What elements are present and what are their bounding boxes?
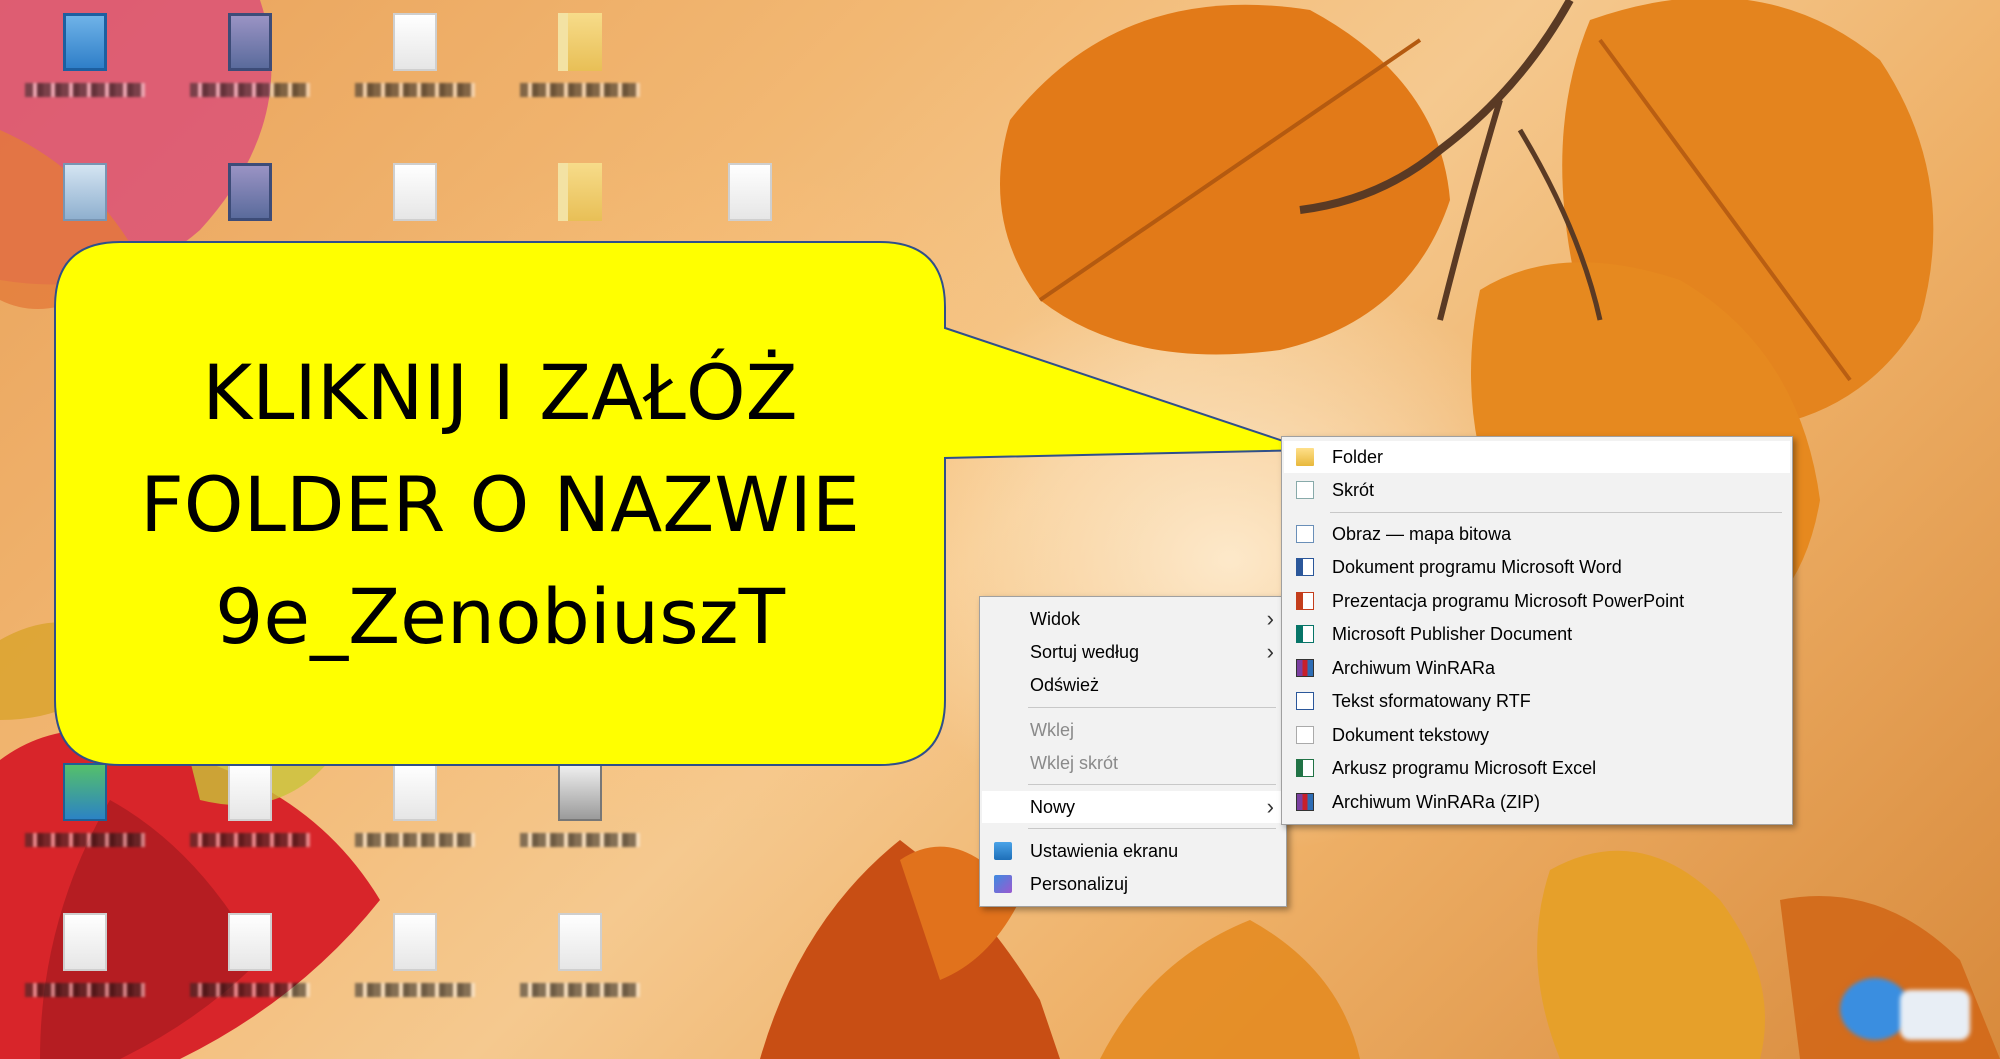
menu-item-new[interactable]: Nowy › [982,791,1284,823]
callout-line-3: 9e_ZenobiuszT [214,572,786,661]
menu-item-label: Dokument programu Microsoft Word [1332,557,1622,577]
menu-separator [1330,512,1782,513]
submenu-item-publisher[interactable]: Microsoft Publisher Document [1284,618,1790,650]
callout-line-2: FOLDER O NAZWIE [140,460,860,549]
chevron-right-icon: › [1266,794,1274,819]
text-document-icon [1296,726,1314,744]
bitmap-icon [1296,525,1314,543]
submenu-item-bitmap[interactable]: Obraz — mapa bitowa [1284,518,1790,550]
menu-item-view[interactable]: Widok › [982,603,1284,635]
submenu-item-excel[interactable]: Arkusz programu Microsoft Excel [1284,752,1790,784]
submenu-item-word-document[interactable]: Dokument programu Microsoft Word [1284,551,1790,583]
menu-item-label: Microsoft Publisher Document [1332,624,1573,644]
menu-item-display-settings[interactable]: Ustawienia ekranu [982,835,1284,867]
menu-item-label: Sortuj według [1030,642,1140,662]
word-icon [1296,558,1314,576]
menu-item-label: Odśwież [1030,675,1100,695]
display-settings-icon [994,842,1012,860]
menu-item-label: Personalizuj [1030,874,1129,894]
callout-line-1: KLIKNIJ I ZAŁÓŻ [202,348,798,437]
winrar-icon [1296,659,1314,677]
submenu-item-powerpoint[interactable]: Prezentacja programu Microsoft PowerPoin… [1284,585,1790,617]
chevron-right-icon: › [1266,639,1274,664]
menu-item-label: Obraz — mapa bitowa [1332,524,1512,544]
excel-icon [1296,759,1314,777]
menu-item-label: Ustawienia ekranu [1030,841,1179,861]
menu-item-sort-by[interactable]: Sortuj według › [982,636,1284,668]
desktop-context-menu: Widok › Sortuj według › Odśwież Wklej Wk… [979,596,1287,907]
submenu-item-winrar[interactable]: Archiwum WinRARa [1284,652,1790,684]
menu-item-personalize[interactable]: Personalizuj [982,868,1284,900]
menu-item-paste-shortcut[interactable]: Wklej skrót [982,747,1284,779]
menu-separator [1028,828,1276,829]
new-submenu: Folder Skrót Obraz — mapa bitowa Dokumen… [1281,436,1793,825]
menu-item-label: Nowy [1030,797,1076,817]
menu-item-label: Prezentacja programu Microsoft PowerPoin… [1332,591,1685,611]
menu-item-label: Folder [1332,447,1384,467]
menu-item-label: Dokument tekstowy [1332,725,1490,745]
publisher-icon [1296,625,1314,643]
chevron-right-icon: › [1266,606,1274,631]
menu-item-label: Arkusz programu Microsoft Excel [1332,758,1597,778]
submenu-item-winrar-zip[interactable]: Archiwum WinRARa (ZIP) [1284,786,1790,818]
submenu-item-shortcut[interactable]: Skrót [1284,474,1790,506]
submenu-item-folder[interactable]: Folder [1284,441,1790,473]
rtf-icon [1296,692,1314,710]
menu-item-label: Archiwum WinRARa (ZIP) [1332,792,1541,812]
powerpoint-icon [1296,592,1314,610]
menu-separator [1028,707,1276,708]
submenu-item-rtf[interactable]: Tekst sformatowany RTF [1284,685,1790,717]
submenu-item-text-document[interactable]: Dokument tekstowy [1284,719,1790,751]
shortcut-icon [1296,481,1314,499]
menu-item-label: Skrót [1332,480,1375,500]
menu-item-label: Wklej [1030,720,1074,740]
folder-icon [1296,448,1314,466]
menu-item-label: Tekst sformatowany RTF [1332,691,1531,711]
menu-separator [1028,784,1276,785]
personalize-icon [994,875,1012,893]
menu-item-label: Widok [1030,609,1081,629]
menu-item-paste[interactable]: Wklej [982,714,1284,746]
menu-item-label: Wklej skrót [1030,753,1119,773]
menu-item-refresh[interactable]: Odśwież [982,669,1284,701]
winrar-zip-icon [1296,793,1314,811]
menu-item-label: Archiwum WinRARa [1332,658,1496,678]
callout-text: KLIKNIJ I ZAŁÓŻ FOLDER O NAZWIE 9e_Zenob… [70,345,930,665]
